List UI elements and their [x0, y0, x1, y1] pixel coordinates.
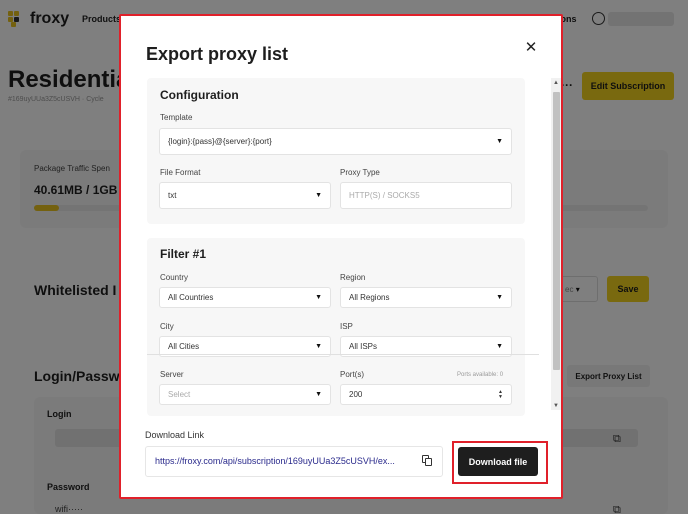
modal-title: Export proxy list [146, 44, 289, 64]
country-label: Country [160, 273, 189, 282]
configuration-title: Configuration [160, 88, 239, 102]
configuration-section: Configuration Template {login}:{pass}@{s… [147, 78, 525, 224]
download-link-label: Download Link [145, 430, 205, 440]
ports-label: Port(s) [340, 370, 364, 379]
isp-label: ISP [340, 322, 353, 331]
proxy-type-value: HTTP(S) / SOCKS5 [349, 191, 420, 200]
stepper-arrows-icon[interactable]: ▲ ▼ [498, 389, 503, 400]
country-select[interactable]: All Countries ▼ [159, 287, 331, 308]
file-format-select[interactable]: txt ▼ [159, 182, 331, 209]
region-value: All Regions [349, 293, 390, 302]
isp-value: All ISPs [349, 342, 378, 351]
chevron-down-icon: ▼ [315, 343, 322, 350]
proxy-type-field: HTTP(S) / SOCKS5 [340, 182, 512, 209]
chevron-down-icon: ▼ [315, 294, 322, 301]
proxy-type-label: Proxy Type [340, 168, 380, 177]
city-label: City [160, 322, 174, 331]
filter-title: Filter #1 [160, 247, 207, 261]
download-link[interactable]: https://froxy.com/api/subscription/169uy… [155, 456, 411, 466]
server-select[interactable]: Select ▼ [159, 384, 331, 405]
export-proxy-modal: Export proxy list ✕ Configuration Templa… [119, 14, 563, 499]
file-format-value: txt [168, 191, 177, 200]
file-format-label: File Format [160, 168, 201, 177]
chevron-down-icon: ▼ [315, 391, 322, 398]
chevron-down-icon: ▼ [315, 192, 322, 199]
server-placeholder: Select [168, 390, 191, 399]
scroll-up-icon[interactable]: ▲ [553, 80, 559, 86]
server-label: Server [160, 370, 184, 379]
ports-available: Ports available: 0 [457, 372, 504, 378]
chevron-down-icon: ▼ [496, 294, 503, 301]
template-select[interactable]: {login}:{pass}@{server}:{port} ▼ [159, 128, 512, 155]
scrollbar-thumb[interactable] [553, 92, 560, 370]
region-select[interactable]: All Regions ▼ [340, 287, 512, 308]
chevron-down-icon: ▼ [496, 343, 503, 350]
country-value: All Countries [168, 293, 214, 302]
filter-section: Filter #1 Country All Countries ▼ Region… [147, 238, 525, 416]
chevron-down-icon: ▼ [496, 138, 503, 145]
ports-stepper[interactable]: 200 ▲ ▼ [340, 384, 512, 405]
copy-icon[interactable] [422, 455, 432, 466]
city-value: All Cities [168, 342, 200, 351]
modal-scroll-area: Configuration Template {login}:{pass}@{s… [121, 78, 561, 416]
section-divider [147, 354, 539, 355]
template-label: Template [160, 113, 193, 122]
download-file-button[interactable]: Download file [458, 447, 538, 476]
scroll-down-icon[interactable]: ▼ [553, 403, 559, 409]
close-icon[interactable]: ✕ [523, 40, 539, 56]
ports-value: 200 [349, 390, 363, 399]
region-label: Region [340, 273, 366, 282]
template-value: {login}:{pass}@{server}:{port} [168, 137, 272, 146]
